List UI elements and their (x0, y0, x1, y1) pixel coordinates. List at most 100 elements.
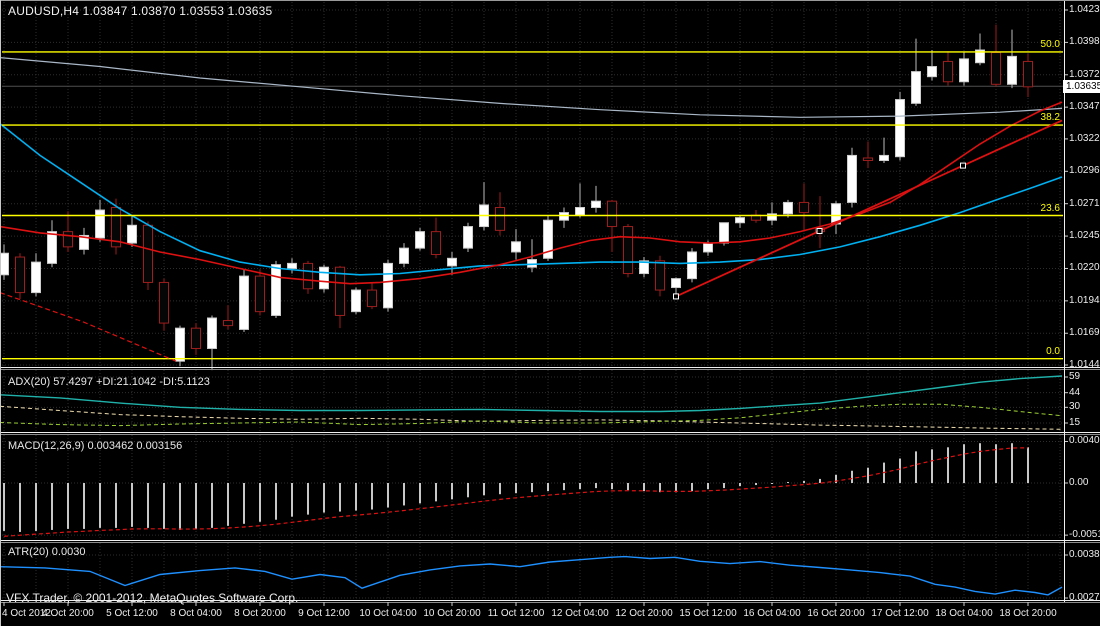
fib-level-label: 0.0 (1046, 346, 1060, 357)
adx-axis-label: 59 (1069, 371, 1080, 383)
candle-body (704, 243, 713, 252)
time-axis-label: 10 Oct 04:00 (359, 608, 416, 619)
time-axis-label: 8 Oct 20:00 (234, 608, 286, 619)
candle-body (384, 263, 393, 307)
trendline-handle[interactable] (961, 163, 966, 168)
price-axis-label: 1.02455 (1069, 230, 1100, 242)
candle-body (800, 202, 809, 212)
candle-body (416, 232, 425, 249)
time-axis-label: 12 Oct 04:00 (551, 608, 608, 619)
candle-body (128, 225, 137, 243)
candle-body (368, 290, 377, 307)
candle-body (0, 253, 9, 275)
fib-level-label: 50.0 (1041, 39, 1060, 50)
candle-body (352, 290, 361, 312)
candle-body (784, 202, 793, 213)
candle-body (560, 213, 569, 221)
atr-axis-label: 0.0027 (1069, 592, 1100, 604)
time-axis-label: 15 Oct 12:00 (679, 608, 736, 619)
candle-body (928, 67, 937, 77)
time-axis-label: 17 Oct 12:00 (871, 608, 928, 619)
candle-body (208, 318, 217, 348)
candle-body (448, 258, 457, 266)
candle-body (512, 242, 521, 252)
current-price-tag: 1.03635 (1063, 80, 1100, 93)
time-axis-label: 12 Oct 20:00 (615, 608, 672, 619)
candle-body (880, 155, 889, 160)
candle-body (304, 263, 313, 288)
candle-body (592, 201, 601, 207)
time-axis-label: 4 Oct 20:00 (42, 608, 94, 619)
time-axis-label: 5 Oct 12:00 (106, 608, 158, 619)
time-axis-label: 18 Oct 04:00 (935, 608, 992, 619)
time-axis-label: 9 Oct 12:00 (298, 608, 350, 619)
price-axis-label: 1.01440 (1069, 359, 1100, 371)
price-axis-label: 1.03220 (1069, 133, 1100, 145)
candle-body (32, 262, 41, 292)
candle-body (400, 248, 409, 263)
candle-body (256, 276, 265, 312)
chart-window: AUDUSD,H4 1.03847 1.03870 1.03553 1.0363… (0, 0, 1100, 626)
candle-body (464, 227, 473, 249)
candle-body (864, 158, 873, 161)
candle-body (272, 265, 281, 316)
price-axis-label: 1.03470 (1069, 101, 1100, 113)
time-axis-label: 16 Oct 04:00 (743, 608, 800, 619)
copyright-text: VFX Trader, © 2001-2012, MetaQuotes Soft… (6, 591, 298, 605)
price-axis-label: 1.02200 (1069, 262, 1100, 274)
candle-body (912, 72, 921, 104)
candle-body (688, 252, 697, 279)
candle-body (48, 232, 57, 264)
candle-body (16, 257, 25, 293)
candle-body (608, 201, 617, 226)
time-axis-label: 18 Oct 20:00 (999, 608, 1056, 619)
candle-body (656, 261, 665, 290)
price-axis-label: 1.01945 (1069, 295, 1100, 307)
candle-body (992, 53, 1001, 85)
adx-indicator-label: ADX(20) 57.4297 +DI:21.1042 -DI:5.1123 (8, 376, 210, 388)
candle-body (1008, 56, 1017, 84)
adx-axis-label: 44 (1069, 387, 1080, 399)
candle-body (720, 223, 729, 243)
candle-body (224, 321, 233, 326)
candle-body (64, 232, 73, 247)
quote-line: AUDUSD,H4 1.03847 1.03870 1.03553 1.0363… (8, 4, 272, 18)
time-axis-label: 10 Oct 20:00 (423, 608, 480, 619)
chart-canvas[interactable] (0, 0, 1100, 626)
price-axis-label: 1.02965 (1069, 165, 1100, 177)
macd-axis-label: -0.00511 (1069, 529, 1100, 541)
fib-level-label: 23.6 (1041, 203, 1060, 214)
atr-indicator-label: ATR(20) 0.0030 (8, 546, 85, 558)
price-axis-label: 1.03980 (1069, 36, 1100, 48)
candle-body (240, 276, 249, 329)
atr-axis-label: 0.0038 (1069, 549, 1100, 561)
adx-axis-label: 15 (1069, 417, 1080, 429)
candle-body (192, 328, 201, 348)
fib-level-label: 38.2 (1041, 112, 1060, 123)
price-axis-label: 1.04235 (1069, 4, 1100, 16)
candle-body (176, 328, 185, 361)
time-axis-label: 11 Oct 12:00 (488, 608, 545, 619)
time-axis-label: 8 Oct 04:00 (170, 608, 222, 619)
macd-axis-label: 0.00 (1069, 477, 1088, 489)
trendline-handle[interactable] (674, 294, 679, 299)
candle-body (432, 232, 441, 255)
candle-body (736, 218, 745, 223)
candle-body (320, 267, 329, 289)
candle-body (496, 208, 505, 231)
candle-body (160, 282, 169, 323)
candle-body (528, 260, 537, 268)
price-axis-label: 1.02710 (1069, 198, 1100, 210)
candle-body (96, 210, 105, 238)
candle-body (288, 263, 297, 268)
candle-body (672, 279, 681, 288)
candle-body (960, 59, 969, 82)
price-axis-label: 1.01690 (1069, 327, 1100, 339)
trendline-handle[interactable] (817, 228, 822, 233)
adx-axis-label: 30 (1069, 401, 1080, 413)
candle-body (144, 225, 153, 282)
candle-body (944, 61, 953, 81)
candle-body (896, 100, 905, 157)
macd-axis-label: 0.00407 (1069, 435, 1100, 447)
time-axis-label: 16 Oct 20:00 (807, 608, 864, 619)
